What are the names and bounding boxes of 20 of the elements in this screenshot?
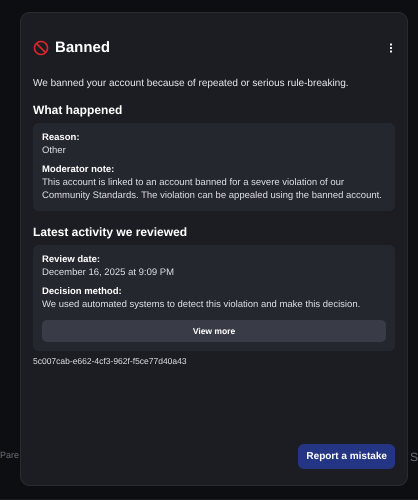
- prohibited-icon: [33, 40, 49, 56]
- field-value: December 16, 2025 at 9:09 PM: [42, 267, 176, 280]
- background-text: S: [410, 450, 418, 464]
- background-text: Pare: [0, 450, 20, 460]
- dialog-title: Banned: [55, 39, 112, 56]
- section-heading: Latest activity we reviewed: [33, 225, 188, 240]
- more-options-button[interactable]: [387, 40, 395, 54]
- section-heading: What happened: [33, 103, 124, 117]
- field-label: Review date:: [42, 254, 102, 266]
- reference-id: 5c007cab-e662-4cf3-962f-f5ce77d40a43: [33, 356, 188, 366]
- intro-text: We banned your account because of repeated or serious rule-breaking.: [33, 78, 350, 89]
- field-label: Reason:: [42, 132, 80, 143]
- more-options-icon: [389, 42, 393, 52]
- view-more-button[interactable]: View more: [42, 320, 386, 342]
- field-label: Decision method:: [42, 286, 123, 298]
- field-value: Other: [42, 145, 67, 158]
- field-label: Moderator note:: [42, 164, 116, 175]
- field-value: We used automated systems to detect this violation and make this decision.: [42, 299, 362, 312]
- report-mistake-button[interactable]: Report a mistake: [298, 444, 395, 469]
- field-value: This account is linked to an account banned for a severe violation of our Community Standards. The violation can be appealed using the banned account.: [42, 176, 383, 202]
